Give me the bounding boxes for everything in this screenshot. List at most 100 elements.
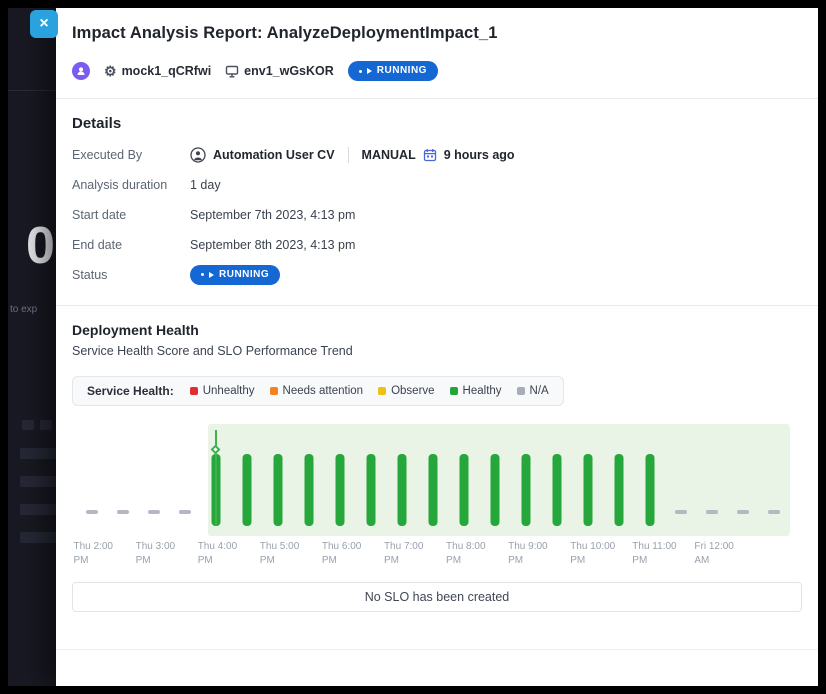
executed-by-user: Automation User CV: [213, 148, 335, 162]
start-date-value: September 7th 2023, 4:13 pm: [190, 208, 355, 222]
close-button[interactable]: ×: [30, 10, 58, 38]
x-tick-label: Thu 8:00PM: [446, 540, 485, 567]
status-dot-icon: [201, 273, 204, 276]
report-meta-row: ⚙ mock1_qCRfwi env1_wGsKOR RUNNING: [72, 61, 802, 81]
na-dash: [148, 510, 160, 514]
na-dash: [768, 510, 780, 514]
background-text-fragment: to exp: [10, 304, 37, 315]
na-dash: [86, 510, 98, 514]
legend-item-label: Observe: [391, 385, 434, 397]
executed-time: 9 hours ago: [444, 148, 515, 162]
x-tick-label: Thu 9:00PM: [508, 540, 547, 567]
background-icon: [22, 420, 34, 430]
health-score-bar[interactable]: [615, 454, 624, 526]
deployment-health-subtitle: Service Health Score and SLO Performance…: [72, 344, 802, 358]
detail-label: Analysis duration: [72, 178, 190, 192]
health-score-bar[interactable]: [273, 454, 282, 526]
person-glyph-icon: [76, 66, 86, 76]
health-score-bar[interactable]: [397, 454, 406, 526]
x-axis: Thu 2:00PMThu 3:00PMThu 4:00PMThu 5:00PM…: [76, 540, 790, 574]
status-running-icon: [209, 272, 214, 278]
detail-label: Start date: [72, 208, 190, 222]
x-tick-label: Thu 7:00PM: [384, 540, 423, 567]
detail-row-start-date: Start date September 7th 2023, 4:13 pm: [72, 204, 802, 225]
x-tick-label: Thu 11:00PM: [632, 540, 676, 567]
environment-name: env1_wGsKOR: [244, 64, 334, 78]
detail-label: Status: [72, 268, 190, 282]
status-dot-icon: [359, 70, 362, 73]
health-trend-chart: Thu 2:00PMThu 3:00PMThu 4:00PMThu 5:00PM…: [76, 424, 790, 574]
end-date-value: September 8th 2023, 4:13 pm: [190, 238, 355, 252]
vertical-divider: [348, 147, 349, 163]
legend-item-label: Needs attention: [283, 385, 364, 397]
x-tick-label: Fri 12:00AM: [694, 540, 733, 567]
analysis-duration-value: 1 day: [190, 178, 221, 192]
background-icon: [40, 420, 52, 430]
health-score-bar[interactable]: [522, 454, 531, 526]
calendar-icon: [423, 148, 437, 162]
status-badge: RUNNING: [190, 265, 280, 285]
background-row: [20, 504, 56, 515]
health-score-bar[interactable]: [366, 454, 375, 526]
x-tick-label: Thu 4:00PM: [198, 540, 237, 567]
detail-row-end-date: End date September 8th 2023, 4:13 pm: [72, 234, 802, 255]
legend-item-label: Healthy: [463, 385, 502, 397]
detail-label: Executed By: [72, 148, 190, 162]
impact-analysis-modal: Impact Analysis Report: AnalyzeDeploymen…: [56, 8, 818, 686]
x-tick-label: Thu 10:00PM: [570, 540, 615, 567]
health-score-bar[interactable]: [304, 454, 313, 526]
slo-empty-state: No SLO has been created: [72, 582, 802, 612]
detail-label: End date: [72, 238, 190, 252]
na-dash: [675, 510, 687, 514]
service-name: mock1_qCRfwi: [122, 64, 212, 78]
health-score-bar[interactable]: [646, 454, 655, 526]
environment-icon: [225, 65, 239, 78]
environment-chip[interactable]: env1_wGsKOR: [225, 64, 334, 78]
legend-item-label: Unhealthy: [203, 385, 255, 397]
legend-item: Unhealthy: [190, 385, 255, 397]
x-tick-label: Thu 2:00PM: [74, 540, 113, 567]
legend-item-label: N/A: [530, 385, 549, 397]
header-divider: [56, 98, 818, 99]
background-row: [20, 532, 56, 543]
legend-item: Needs attention: [270, 385, 364, 397]
status-badge: RUNNING: [348, 61, 438, 81]
legend-swatch-icon: [378, 387, 386, 395]
legend-swatch-icon: [270, 387, 278, 395]
legend-swatch-icon: [190, 387, 198, 395]
status-running-icon: [367, 68, 372, 74]
detail-row-analysis-duration: Analysis duration 1 day: [72, 174, 802, 195]
service-chip[interactable]: ⚙ mock1_qCRfwi: [104, 64, 211, 78]
health-score-bar[interactable]: [584, 454, 593, 526]
na-dash: [706, 510, 718, 514]
na-dash: [179, 510, 191, 514]
deployment-health-heading: Deployment Health: [72, 322, 802, 338]
na-dash: [737, 510, 749, 514]
x-tick-label: Thu 6:00PM: [322, 540, 361, 567]
gear-icon: ⚙: [104, 64, 117, 78]
na-dash: [117, 510, 129, 514]
user-icon: [190, 147, 206, 163]
trigger-type: MANUAL: [362, 148, 416, 162]
detail-row-status: Status RUNNING: [72, 264, 802, 285]
health-score-bar[interactable]: [491, 454, 500, 526]
section-divider: [56, 305, 818, 306]
footer-divider: [56, 649, 818, 650]
health-score-bar[interactable]: [429, 454, 438, 526]
close-icon: ×: [39, 15, 48, 32]
background-row: [20, 476, 56, 487]
health-score-bar[interactable]: [335, 454, 344, 526]
health-score-bar[interactable]: [460, 454, 469, 526]
status-badge-label: RUNNING: [219, 269, 269, 281]
health-score-bar[interactable]: [553, 454, 562, 526]
legend-item: Observe: [378, 385, 434, 397]
legend-title: Service Health:: [87, 384, 174, 398]
legend-item: N/A: [517, 385, 549, 397]
legend-swatch-icon: [517, 387, 525, 395]
x-tick-label: Thu 3:00PM: [136, 540, 175, 567]
report-avatar-icon: [72, 62, 90, 80]
legend-swatch-icon: [450, 387, 458, 395]
legend-item: Healthy: [450, 385, 502, 397]
details-heading: Details: [72, 115, 802, 132]
health-score-bar[interactable]: [242, 454, 251, 526]
